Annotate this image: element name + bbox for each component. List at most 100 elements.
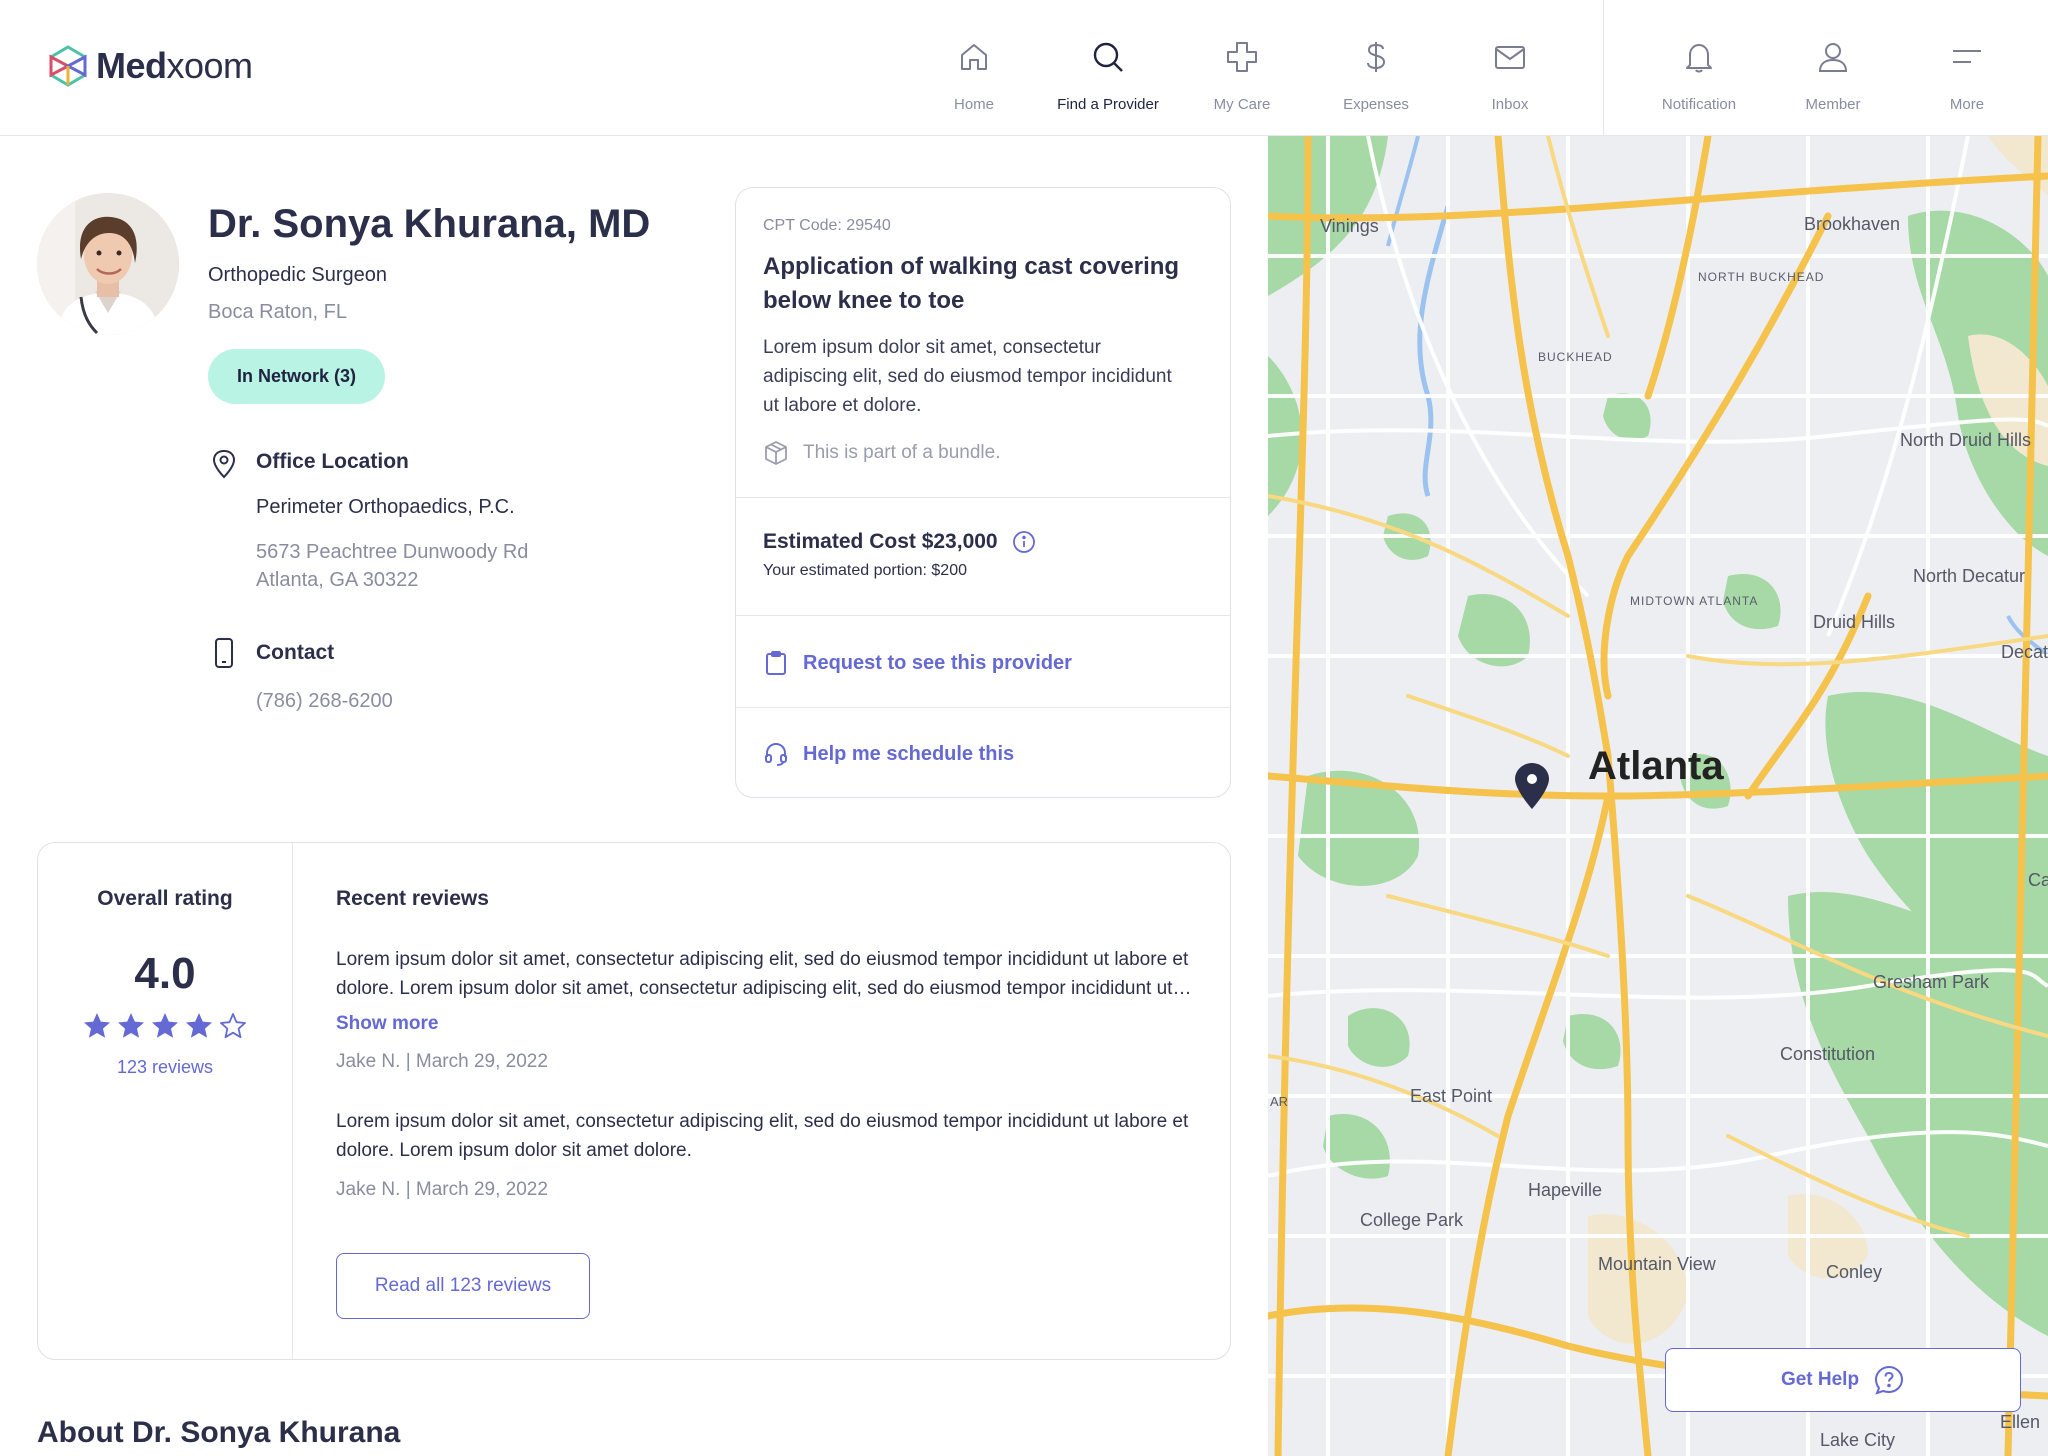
provider-name: Dr. Sonya Khurana, MD <box>208 202 651 246</box>
nav-notification[interactable]: Notification <box>1632 0 1766 136</box>
estimated-cost-text: Estimated Cost $23,000 <box>763 530 998 553</box>
nav-inbox[interactable]: Inbox <box>1443 0 1577 136</box>
logo-mark-icon <box>49 45 87 87</box>
map-label-hapeville: Hapeville <box>1528 1180 1603 1200</box>
nav-find-provider[interactable]: Find a Provider <box>1041 0 1175 136</box>
nav-my-care-label: My Care <box>1213 96 1271 113</box>
map-label-north-decatur: North Decatur <box>1913 566 2026 586</box>
card-divider <box>736 497 1230 498</box>
overall-rating-title: Overall rating <box>97 887 233 910</box>
main-nav: Home Find a Provider My Care Expenses In… <box>907 0 1577 136</box>
map-label-east-point: East Point <box>1410 1086 1493 1106</box>
nav-member-label: Member <box>1805 96 1861 113</box>
read-all-reviews-button[interactable]: Read all 123 reviews <box>336 1253 590 1319</box>
office-address-line2: Atlanta, GA 30322 <box>256 569 419 591</box>
contact-phone[interactable]: (786) 268-6200 <box>256 687 393 715</box>
get-help-label: Get Help <box>1780 1369 1860 1390</box>
review-text: Lorem ipsum dolor sit amet, consectetur … <box>336 1111 1189 1161</box>
office-location-title: Office Location <box>256 450 409 473</box>
map-label-lake-city: Lake City <box>1820 1430 1896 1450</box>
procedure-description: Lorem ipsum dolor sit amet, consectetur … <box>763 337 1172 416</box>
utility-nav: Notification Member More <box>1632 0 2034 136</box>
office-name: Perimeter Orthopaedics, P.C. <box>256 496 515 518</box>
map-label-ca: Ca <box>2028 870 2048 890</box>
map-label-brookhaven: Brookhaven <box>1804 214 1901 234</box>
contact-title: Contact <box>256 641 335 664</box>
procedure-title: Application of walking cast covering bel… <box>763 253 1180 314</box>
star-filled-icon <box>118 1013 144 1038</box>
request-provider-label: Request to see this provider <box>803 651 1072 674</box>
nav-my-care[interactable]: My Care <box>1175 0 1309 136</box>
review-meta: Jake N. | March 29, 2022 <box>336 1179 548 1200</box>
nav-notification-label: Notification <box>1661 96 1737 113</box>
show-more-link[interactable]: Show more <box>336 1009 438 1038</box>
rating-stars <box>82 1011 248 1041</box>
map-label-midtown: MIDTOWN ATLANTA <box>1630 594 1759 608</box>
nav-member[interactable]: Member <box>1766 0 1900 136</box>
nav-more[interactable]: More <box>1900 0 2034 136</box>
map-label-vinings: Vinings <box>1320 216 1379 236</box>
nav-find-provider-label: Find a Provider <box>1057 96 1159 113</box>
location-pin-icon <box>212 449 236 479</box>
about-section-title: About Dr. Sonya Khurana <box>37 1416 401 1449</box>
dollar-icon <box>1367 42 1386 72</box>
search-icon <box>1093 42 1123 72</box>
phone-icon <box>215 638 233 668</box>
logo-text: Medxoom <box>96 45 253 86</box>
map-label-buckhead: BUCKHEAD <box>1538 350 1613 364</box>
cpt-code: CPT Code: 29540 <box>763 217 891 234</box>
estimated-cost: Estimated Cost $23,000 <box>763 530 1036 554</box>
card-divider <box>736 707 1230 708</box>
provider-specialty: Orthopedic Surgeon <box>208 264 388 286</box>
map-label-north-druid-hills: North Druid Hills <box>1900 430 2032 450</box>
review-text: Lorem ipsum dolor sit amet, consectetur … <box>336 949 1189 999</box>
get-help-button[interactable]: Get Help <box>1665 1348 2021 1412</box>
provider-map[interactable]: Vinings Brookhaven NORTH BUCKHEAD BUCKHE… <box>1268 136 2048 1456</box>
star-filled-icon <box>84 1013 110 1038</box>
map-label-conley: Conley <box>1826 1262 1883 1282</box>
bundle-note: This is part of a bundle. <box>763 440 1001 466</box>
mail-icon <box>1495 46 1525 69</box>
clipboard-icon <box>766 651 786 675</box>
bell-icon <box>1686 44 1712 73</box>
map-label-decatur: Decatur <box>2001 642 2048 662</box>
review-meta: Jake N. | March 29, 2022 <box>336 1051 548 1072</box>
home-icon <box>961 44 987 70</box>
reviews-divider <box>292 843 293 1359</box>
estimated-portion: Your estimated portion: $200 <box>763 562 967 579</box>
nav-expenses[interactable]: Expenses <box>1309 0 1443 136</box>
package-icon <box>765 441 787 465</box>
medxoom-logo[interactable]: Medxoom <box>46 44 253 88</box>
nav-home[interactable]: Home <box>907 0 1041 136</box>
bundle-note-text: This is part of a bundle. <box>803 442 1001 463</box>
provider-avatar <box>37 193 179 335</box>
map-label-mountain-view: Mountain View <box>1598 1254 1716 1274</box>
request-provider-link[interactable]: Request to see this provider <box>763 650 1072 676</box>
reviews-card: Overall rating 4.0 123 reviews Recent re… <box>37 842 1231 1360</box>
map-label-college-park: College Park <box>1360 1210 1464 1230</box>
top-header: Medxoom Home Find a Provider My Care Exp… <box>0 0 2048 136</box>
provider-photo <box>37 193 179 335</box>
schedule-help-link[interactable]: Help me schedule this <box>763 741 1014 767</box>
cross-icon <box>1227 42 1257 72</box>
map-label-atlanta: Atlanta <box>1588 744 1724 788</box>
schedule-help-label: Help me schedule this <box>803 742 1015 765</box>
star-outline-icon <box>220 1013 246 1039</box>
overall-rating-score: 4.0 <box>134 949 196 998</box>
card-divider <box>736 615 1230 616</box>
map-label-gresham-park: Gresham Park <box>1873 972 1990 992</box>
info-icon[interactable] <box>1012 530 1036 554</box>
map-label-north-buckhead: NORTH BUCKHEAD <box>1698 270 1825 284</box>
headset-icon <box>765 742 787 766</box>
reviews-count-link[interactable]: 123 reviews <box>38 1057 292 1078</box>
map-location-pin-icon[interactable] <box>1513 762 1551 810</box>
nav-divider <box>1603 0 1604 136</box>
help-bubble-icon <box>1875 1365 1904 1395</box>
user-icon <box>1818 43 1848 72</box>
nav-expenses-label: Expenses <box>1343 96 1409 113</box>
nav-home-label: Home <box>953 96 994 113</box>
map-label-ellen: Ellen <box>2000 1412 2041 1432</box>
recent-reviews-title: Recent reviews <box>336 887 489 910</box>
nav-inbox-label: Inbox <box>1491 96 1529 113</box>
in-network-badge[interactable]: In Network (3) <box>208 349 386 404</box>
